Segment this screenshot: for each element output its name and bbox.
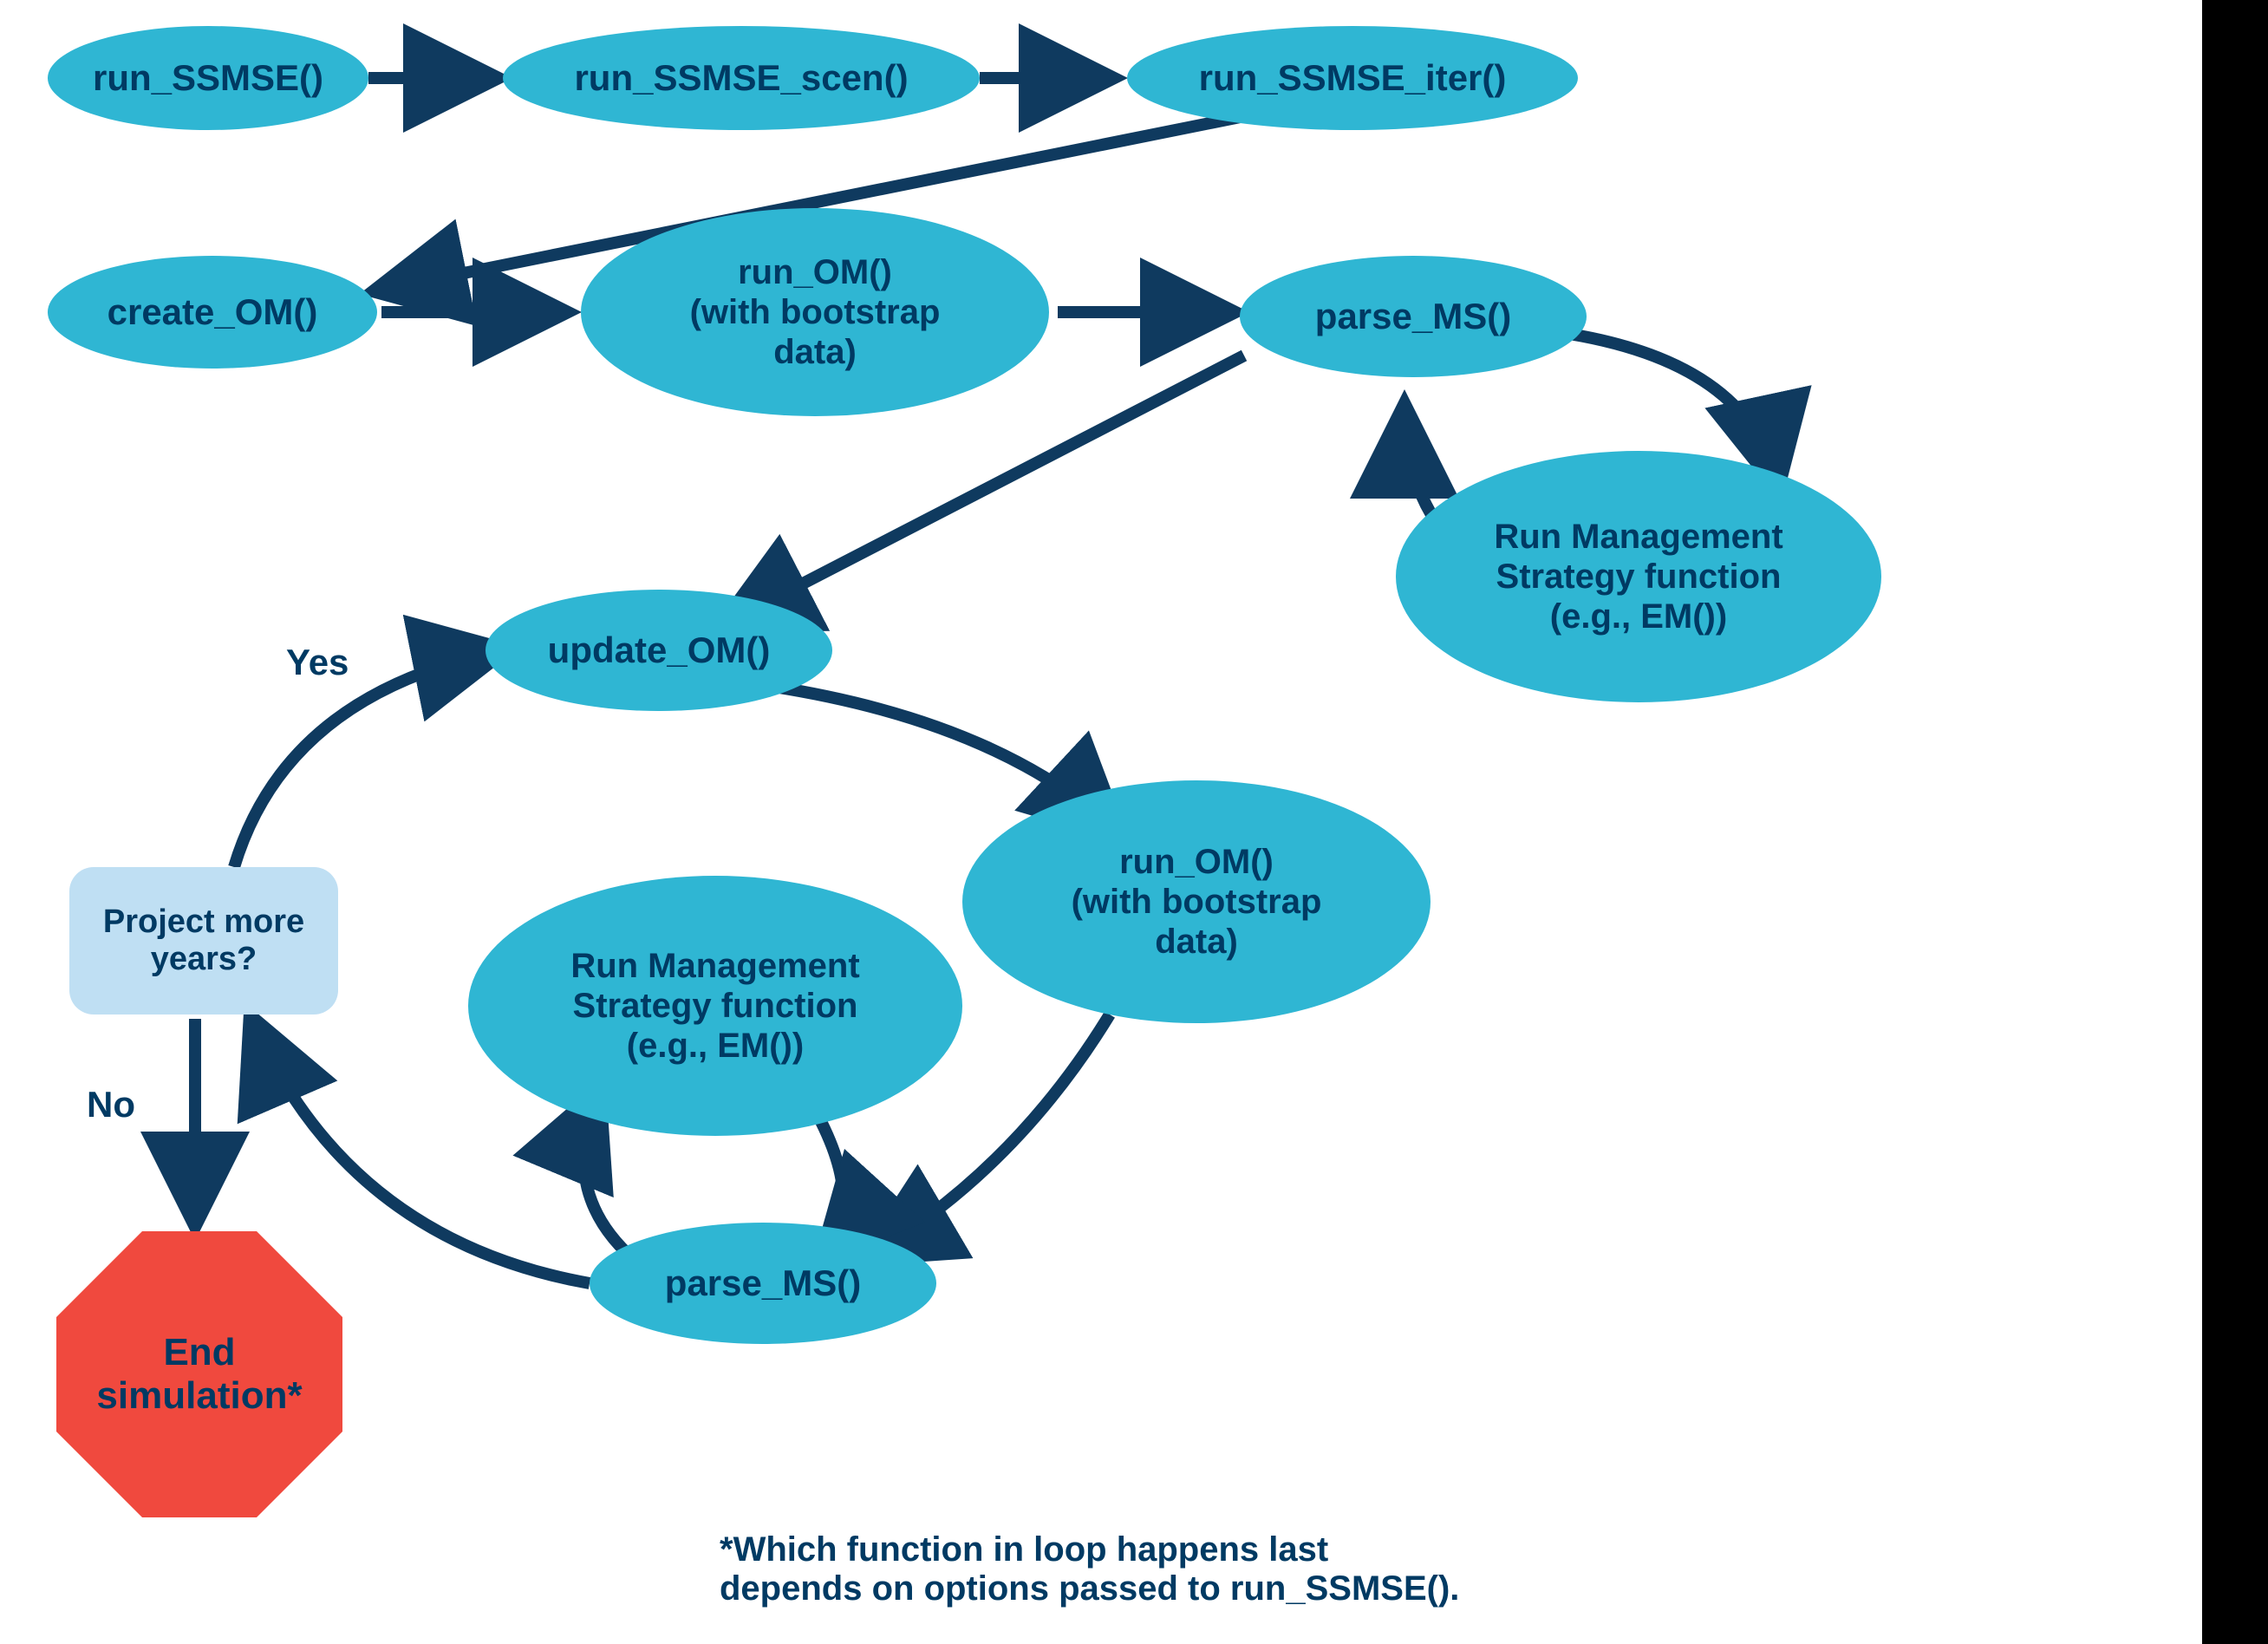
node-label: Run Management Strategy function (e.g., …	[570, 946, 859, 1066]
node-run-ssmse-scen: run_SSMSE_scen()	[503, 26, 980, 130]
footnote: *Which function in loop happens last dep…	[720, 1491, 1459, 1608]
label-yes: Yes	[286, 642, 349, 683]
node-label: run_OM() (with bootstrap data)	[690, 252, 941, 372]
node-label: update_OM()	[548, 630, 771, 671]
label-no: No	[87, 1084, 135, 1125]
node-run-ssmse-iter: run_SSMSE_iter()	[1127, 26, 1578, 130]
node-rms-2: Run Management Strategy function (e.g., …	[468, 876, 962, 1136]
node-parse-ms-1: parse_MS()	[1240, 256, 1587, 377]
node-label: run_SSMSE()	[93, 57, 323, 99]
node-decision: Project more years?	[69, 867, 338, 1014]
node-parse-ms-2: parse_MS()	[590, 1223, 936, 1344]
node-label: run_SSMSE_scen()	[574, 57, 908, 99]
node-run-om-1: run_OM() (with bootstrap data)	[581, 208, 1049, 416]
node-create-om: create_OM()	[48, 256, 377, 369]
text: Yes	[286, 642, 349, 682]
node-label: run_SSMSE_iter()	[1199, 57, 1507, 99]
node-run-ssmse: run_SSMSE()	[48, 26, 368, 130]
diagram-stage: run_SSMSE() run_SSMSE_scen() run_SSMSE_i…	[0, 0, 2268, 1644]
text: *Which function in loop happens last dep…	[720, 1530, 1459, 1608]
node-label: create_OM()	[108, 291, 318, 333]
right-black-bar	[2202, 0, 2268, 1644]
node-label: Project more years?	[103, 904, 304, 978]
node-stop: End simulation*	[56, 1231, 342, 1517]
text: No	[87, 1084, 135, 1125]
node-run-om-2: run_OM() (with bootstrap data)	[962, 780, 1431, 1023]
node-label: parse_MS()	[665, 1262, 861, 1304]
node-label: End simulation*	[96, 1331, 302, 1418]
node-label: parse_MS()	[1315, 296, 1511, 337]
node-label: Run Management Strategy function (e.g., …	[1494, 517, 1782, 636]
node-label: run_OM() (with bootstrap data)	[1072, 842, 1322, 962]
node-rms-1: Run Management Strategy function (e.g., …	[1396, 451, 1881, 702]
node-update-om: update_OM()	[486, 590, 832, 711]
